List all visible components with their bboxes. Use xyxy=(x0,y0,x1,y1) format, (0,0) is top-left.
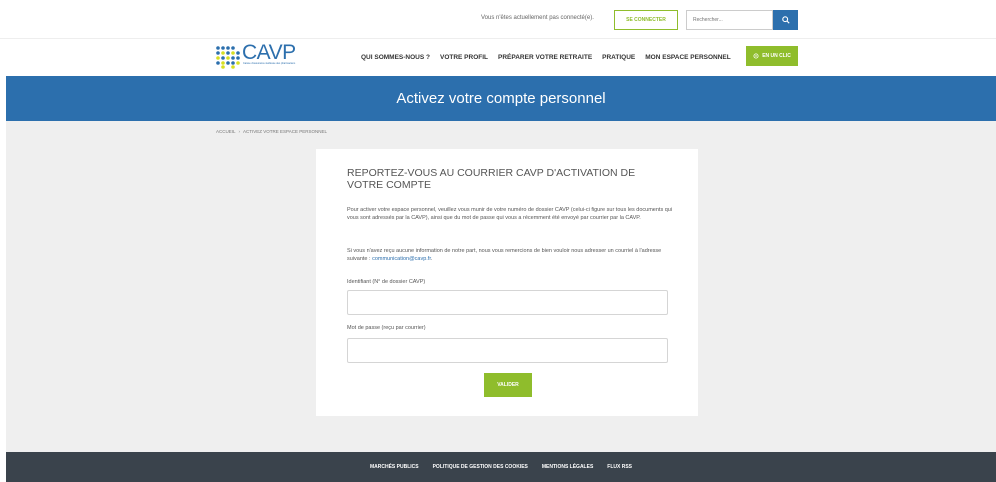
footer-link-marches-publics[interactable]: MARCHÉS PUBLICS xyxy=(370,464,419,470)
breadcrumb-separator: › xyxy=(238,129,241,134)
nav-item-espace-personnel[interactable]: MON ESPACE PERSONNEL xyxy=(645,54,730,61)
contact-email-link[interactable]: communication@cavp.fr xyxy=(372,256,431,262)
contact-end: . xyxy=(430,256,433,262)
logo-dots-icon xyxy=(216,46,240,69)
click-icon xyxy=(753,53,759,59)
footer-link-cookies[interactable]: POLITIQUE DE GESTION DES COOKIES xyxy=(433,464,528,470)
instructions-paragraph: Pour activer votre espace personnel, veu… xyxy=(347,207,673,221)
password-input[interactable] xyxy=(347,338,668,363)
nav-item-pratique[interactable]: PRATIQUE xyxy=(602,54,635,61)
validate-button[interactable]: VALIDER xyxy=(484,373,532,397)
en-un-clic-button[interactable]: EN UN CLIC xyxy=(746,46,798,66)
password-label: Mot de passe (reçu par courrier) xyxy=(347,325,426,331)
card-title: REPORTEZ-VOUS AU COURRIER CAVP D'ACTIVAT… xyxy=(347,167,636,191)
breadcrumb: ACCUEIL › ACTIVEZ VOTRE ESPACE PERSONNEL xyxy=(216,129,327,134)
identifier-input[interactable] xyxy=(347,290,668,315)
main-nav: QUI SOMMES-NOUS ? VOTRE PROFIL PRÉPARER … xyxy=(361,54,731,61)
nav-item-qui-sommes-nous[interactable]: QUI SOMMES-NOUS ? xyxy=(361,54,430,61)
page-banner: Activez votre compte personnel xyxy=(6,76,996,121)
nav-item-preparer-retraite[interactable]: PRÉPARER VOTRE RETRAITE xyxy=(498,54,592,61)
en-un-clic-label: EN UN CLIC xyxy=(762,53,791,59)
page-title: Activez votre compte personnel xyxy=(396,90,606,107)
identifier-label: Identifiant (N° de dossier CAVP) xyxy=(347,279,426,285)
footer-link-mentions-legales[interactable]: MENTIONS LÉGALES xyxy=(542,464,593,470)
top-bar: Vous n'êtes actuellement pas connecté(e)… xyxy=(0,0,996,38)
breadcrumb-current: ACTIVEZ VOTRE ESPACE PERSONNEL xyxy=(243,129,327,134)
nav-item-votre-profil[interactable]: VOTRE PROFIL xyxy=(440,54,488,61)
search-input[interactable] xyxy=(686,10,773,30)
footer-link-flux-rss[interactable]: FLUX RSS xyxy=(607,464,632,470)
cavp-logo[interactable]: CAVP Caisse d'assurance vieillesse des p… xyxy=(215,41,305,71)
search-icon xyxy=(781,16,790,24)
footer: MARCHÉS PUBLICS POLITIQUE DE GESTION DES… xyxy=(6,452,996,482)
breadcrumb-home[interactable]: ACCUEIL xyxy=(216,129,236,134)
search-button[interactable] xyxy=(773,10,798,30)
logo-tagline: Caisse d'assurance vieillesse des pharma… xyxy=(243,62,296,65)
contact-paragraph: Si vous n'avez reçu aucune information d… xyxy=(347,247,673,263)
login-status-text: Vous n'êtes actuellement pas connecté(e)… xyxy=(481,15,594,21)
login-button[interactable]: SE CONNECTER xyxy=(614,10,678,30)
activation-card: REPORTEZ-VOUS AU COURRIER CAVP D'ACTIVAT… xyxy=(316,149,698,416)
